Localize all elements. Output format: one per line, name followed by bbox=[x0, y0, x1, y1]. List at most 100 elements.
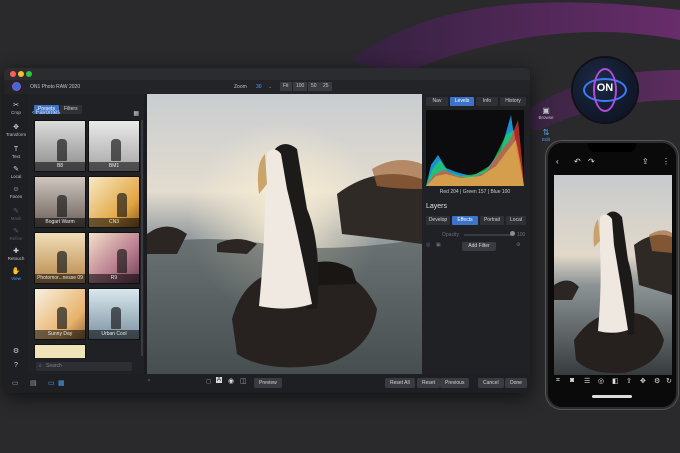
photo-canvas[interactable] bbox=[147, 94, 422, 374]
before-after-icon[interactable]: ◫ bbox=[240, 377, 247, 385]
gear-icon[interactable]: ⚙ bbox=[516, 242, 520, 248]
preset-thumb-bm1[interactable]: BM1 bbox=[88, 120, 140, 172]
preset-thumb-photomorphosis[interactable]: Photomor...nesse 09 bbox=[34, 232, 86, 284]
home-indicator bbox=[592, 395, 632, 398]
maximize-window-button[interactable] bbox=[26, 71, 32, 77]
tab-develop[interactable]: Develop bbox=[426, 216, 450, 225]
tool-local[interactable]: ✎ Local bbox=[4, 166, 28, 179]
zoom-50-button[interactable]: 50 bbox=[308, 82, 320, 91]
reset-button[interactable]: Reset bbox=[417, 378, 441, 388]
tab-nav[interactable]: Nav bbox=[426, 97, 448, 106]
tab-info[interactable]: Info bbox=[476, 97, 498, 106]
left-tool-strip: ✂ Crop ✥ Transform T Text ✎ Local ☺ Faces ✎ Ma… bbox=[4, 94, 28, 393]
single-view-icon[interactable]: ▭ bbox=[48, 379, 55, 387]
crop-overlay-icon[interactable]: ◻ bbox=[206, 378, 211, 385]
presets-scrollbar[interactable] bbox=[141, 120, 143, 356]
filters-icon[interactable]: ◎ bbox=[598, 377, 604, 385]
phone-top-bar: ‹ ↶ ↷ ⇪ ⋮ bbox=[554, 157, 672, 169]
rotate-icon[interactable]: ↻ bbox=[666, 377, 672, 385]
retouch-icon: ✚ bbox=[13, 248, 19, 255]
app-window: ON1 Photo RAW 2020 Zoom 30 ⌄ Fit 100 50 … bbox=[4, 68, 530, 393]
zoom-out-icon[interactable]: ▫ bbox=[148, 378, 150, 384]
presets-tabs: Presets Filters bbox=[34, 97, 83, 114]
zoom-fit-button[interactable]: Fit bbox=[280, 82, 292, 91]
zoom-25-button[interactable]: 25 bbox=[320, 82, 332, 91]
right-panel: Nav Levels Info History Red 204 | Green … bbox=[422, 94, 530, 374]
on1-app-icon: ON bbox=[573, 58, 637, 122]
phone-photo[interactable] bbox=[554, 175, 672, 375]
presets-search-input[interactable]: Search bbox=[36, 362, 132, 371]
tool-mask[interactable]: ✎ Mask bbox=[4, 208, 28, 221]
mask-view-icon[interactable]: A bbox=[216, 377, 223, 383]
tab-filters[interactable]: Filters bbox=[59, 105, 82, 114]
redo-icon[interactable]: ↷ bbox=[588, 157, 595, 166]
done-button[interactable]: Done bbox=[505, 378, 527, 388]
preview-button[interactable]: Preview bbox=[254, 378, 282, 388]
couple-silhouette bbox=[117, 249, 127, 273]
mask-icon: ✎ bbox=[13, 208, 19, 215]
local-icon[interactable]: ◧ bbox=[612, 377, 619, 385]
tool-transform[interactable]: ✥ Transform bbox=[4, 124, 28, 137]
close-window-button[interactable] bbox=[10, 71, 16, 77]
compare-icon[interactable]: ▤ bbox=[30, 379, 37, 387]
crop-icon[interactable]: ⌗ bbox=[556, 377, 560, 385]
panel-toggle-icon[interactable]: ▭ bbox=[12, 379, 19, 387]
preset-thumb-b8[interactable]: B8 bbox=[34, 120, 86, 172]
camera-icon[interactable]: ◙ bbox=[570, 377, 574, 384]
tool-refine[interactable]: ✎ Refine bbox=[4, 228, 28, 241]
gear-icon[interactable]: ⚙ bbox=[654, 377, 660, 385]
tool-help[interactable]: ? bbox=[4, 362, 28, 370]
adjust-icon[interactable]: ☰ bbox=[584, 377, 590, 385]
share-icon[interactable]: ⇪ bbox=[642, 157, 649, 166]
search-icon: ⌕ bbox=[39, 363, 42, 369]
tool-settings[interactable]: ⚙ bbox=[4, 348, 28, 356]
undo-icon[interactable]: ↶ bbox=[574, 157, 581, 166]
cancel-button[interactable]: Cancel bbox=[478, 378, 504, 388]
tab-history[interactable]: History bbox=[500, 97, 526, 106]
zoom-100-button[interactable]: 100 bbox=[293, 82, 308, 91]
app-logo-icon bbox=[12, 82, 21, 91]
preset-thumb-cn3[interactable]: CN3 bbox=[88, 176, 140, 228]
preset-label: CN3 bbox=[89, 218, 139, 227]
transform-icon[interactable]: ✥ bbox=[640, 377, 646, 385]
opacity-slider[interactable] bbox=[464, 234, 512, 236]
zoom-value-select[interactable]: 30 bbox=[256, 84, 262, 90]
chevron-down-icon[interactable]: ⌄ bbox=[268, 84, 272, 90]
more-icon[interactable]: ⋮ bbox=[662, 157, 670, 166]
tab-effects[interactable]: Effects bbox=[452, 216, 478, 225]
tool-crop[interactable]: ✂ Crop bbox=[4, 102, 28, 115]
favorites-breadcrumb[interactable]: ‹ Favorites bbox=[32, 110, 60, 116]
minimize-window-button[interactable] bbox=[18, 71, 24, 77]
grid-view-icon[interactable]: ▦ bbox=[58, 379, 65, 387]
presets-panel: Presets Filters ‹ Favorites ▦ B8 BM1 Boga… bbox=[28, 94, 144, 393]
tab-portrait[interactable]: Portrait bbox=[480, 216, 504, 225]
add-filter-button[interactable]: Add Filter bbox=[462, 242, 496, 251]
preset-thumb-sunny-day[interactable]: Sunny Day bbox=[34, 288, 86, 340]
export-icon[interactable]: ⇧ bbox=[626, 377, 632, 385]
chevron-left-icon[interactable]: ‹ bbox=[556, 157, 559, 166]
layer-eye-icon[interactable]: ◎ bbox=[426, 242, 430, 248]
phone-notch bbox=[588, 143, 636, 152]
tool-text[interactable]: T Text bbox=[4, 146, 28, 159]
layer-mask-icon[interactable]: ▣ bbox=[436, 242, 441, 248]
reset-all-button[interactable]: Reset All bbox=[385, 378, 415, 388]
preset-thumb-bogart-warm[interactable]: Bogart Warm bbox=[34, 176, 86, 228]
preset-thumb-urban-cool[interactable]: Urban Cool bbox=[88, 288, 140, 340]
couple-silhouette bbox=[111, 307, 121, 329]
module-edit[interactable]: ⇅ Edit bbox=[535, 128, 557, 142]
crop-icon: ✂ bbox=[13, 102, 19, 109]
tab-levels[interactable]: Levels bbox=[450, 97, 474, 106]
circle-view-icon[interactable]: ◉ bbox=[228, 377, 234, 385]
couple-silhouette bbox=[57, 251, 67, 273]
tool-faces[interactable]: ☺ Faces bbox=[4, 186, 28, 199]
preset-thumb-partial[interactable] bbox=[34, 344, 86, 358]
grid-view-icon[interactable]: ▦ bbox=[133, 110, 139, 117]
opacity-slider-handle[interactable] bbox=[510, 231, 515, 236]
module-browse[interactable]: ▣ Browse bbox=[535, 106, 557, 120]
preset-thumb-r9[interactable]: R9 bbox=[88, 232, 140, 284]
title-bar bbox=[4, 68, 530, 80]
tool-retouch[interactable]: ✚ Retouch bbox=[4, 248, 28, 261]
previous-button[interactable]: Previous bbox=[440, 378, 470, 388]
tab-local[interactable]: Local bbox=[506, 216, 526, 225]
tool-view[interactable]: ✋ View bbox=[4, 268, 28, 281]
